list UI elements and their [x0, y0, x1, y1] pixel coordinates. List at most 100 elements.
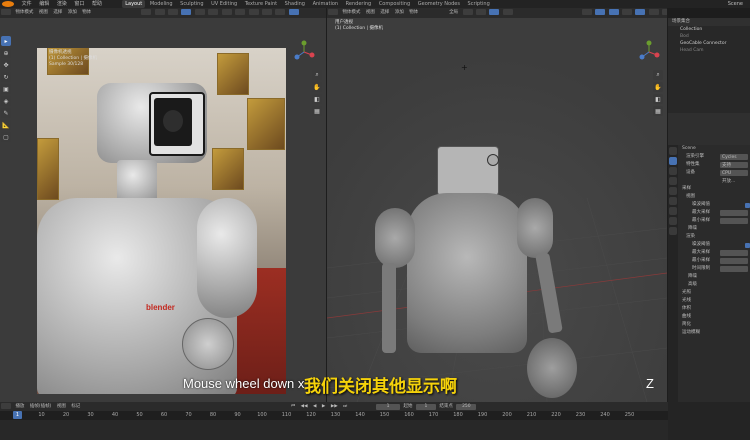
section-volumes[interactable]: 体积	[678, 305, 750, 313]
camera-viewport[interactable]: blender 摄像机透视 (1) Collection | 摄像机 Sampl…	[0, 18, 326, 402]
navigation-gizmo-icon[interactable]	[292, 40, 316, 64]
section-motion-blur[interactable]: 运动模糊	[678, 329, 750, 337]
add-cube-icon[interactable]: ▢	[1, 132, 11, 142]
navigation-gizmo-icon[interactable]	[637, 40, 661, 64]
render-engine-dropdown[interactable]: Cycles	[720, 154, 748, 160]
material-tab-icon[interactable]	[669, 227, 677, 235]
menu-add[interactable]: 添加	[393, 8, 406, 18]
open-shading-checkbox[interactable]: 开放...	[720, 178, 748, 184]
property-field[interactable]	[720, 258, 748, 264]
end-frame-field[interactable]: 250	[456, 404, 477, 410]
jump-end-icon[interactable]: ⏭	[341, 402, 349, 411]
workspace-tab-rendering[interactable]: Rendering	[343, 0, 375, 8]
play-icon[interactable]: ▶	[320, 402, 327, 411]
camera-view-icon[interactable]: ◧	[312, 94, 322, 104]
modifier-tab-icon[interactable]	[669, 217, 677, 225]
section-light-paths[interactable]: 光线	[678, 297, 750, 305]
xray-icon[interactable]	[622, 8, 632, 15]
world-tab-icon[interactable]	[669, 197, 677, 205]
shading-solid-icon[interactable]	[262, 8, 272, 15]
menu-view[interactable]: 视图	[364, 8, 377, 18]
menu-file[interactable]: 文件	[19, 0, 35, 8]
overlay-toggle-icon[interactable]	[235, 8, 246, 15]
menu-window[interactable]: 窗口	[71, 0, 87, 8]
section-curves[interactable]: 曲线	[678, 313, 750, 321]
snap-icon[interactable]	[167, 8, 178, 15]
select-box-icon[interactable]: ▸	[1, 36, 11, 46]
transform-orientation[interactable]: 全局	[447, 8, 460, 18]
section-advanced[interactable]: 高级	[678, 281, 750, 289]
blender-logo-icon[interactable]	[2, 0, 14, 7]
snap-icon[interactable]	[475, 8, 486, 15]
editor-type-icon[interactable]	[328, 8, 338, 15]
play-reverse-icon[interactable]: ◀	[311, 402, 318, 411]
section-render[interactable]: 渲染	[678, 233, 750, 241]
proportional-icon[interactable]	[194, 8, 205, 15]
overlay-toggle-icon[interactable]	[608, 8, 619, 15]
robot-torso-model[interactable]	[407, 193, 527, 353]
section-denoise[interactable]: 降噪	[678, 225, 750, 233]
outliner-item[interactable]: Collection	[668, 26, 750, 33]
playhead[interactable]: 1	[13, 411, 22, 419]
noise-threshold-checkbox[interactable]	[745, 242, 750, 248]
property-field[interactable]	[720, 218, 748, 224]
visibility-icon[interactable]	[208, 8, 219, 15]
jump-start-icon[interactable]: ⏮	[289, 402, 297, 411]
feature-set-dropdown[interactable]: 支持	[720, 162, 748, 168]
menu-add[interactable]: 添加	[66, 8, 79, 18]
menu-view[interactable]: 视图	[37, 8, 50, 18]
cursor-icon[interactable]: ⊕	[1, 48, 11, 58]
outliner-item[interactable]: GeoCable Connector	[668, 40, 750, 47]
pivot-icon[interactable]	[154, 8, 165, 15]
workspace-tab-compositing[interactable]: Compositing	[376, 0, 413, 8]
perspective-viewport[interactable]: + 用户透视 (1) Collection | 摄像机 ⌕ ✋ ◧ ▦	[327, 18, 667, 402]
annotate-icon[interactable]: ✎	[1, 108, 11, 118]
menu-select[interactable]: 选择	[378, 8, 391, 18]
workspace-tab-texture-paint[interactable]: Texture Paint	[242, 0, 280, 8]
menu-marker[interactable]: 标记	[69, 402, 82, 411]
noise-threshold-checkbox[interactable]	[745, 202, 750, 208]
section-viewport[interactable]: 视图	[678, 193, 750, 201]
menu-object[interactable]: 物体	[80, 8, 93, 18]
menu-view[interactable]: 视图	[55, 402, 68, 411]
mode-dropdown[interactable]: 物体模式	[13, 8, 35, 18]
outliner-item[interactable]: Bod	[668, 33, 750, 40]
workspace-tab-layout[interactable]: Layout	[122, 0, 146, 8]
shading-material-icon[interactable]	[275, 8, 286, 15]
frame-ruler[interactable]: 0102030405060708090100110120130140150160…	[0, 411, 668, 420]
keyframe-area[interactable]	[0, 420, 668, 440]
shading-rendered-icon[interactable]	[288, 8, 299, 15]
measure-icon[interactable]: 📐	[1, 120, 11, 130]
workspace-tab-geometry-nodes[interactable]: Geometry Nodes	[415, 0, 463, 8]
workspace-tab-scripting[interactable]: Scripting	[465, 0, 493, 8]
workspace-tab-sculpting[interactable]: Sculpting	[177, 0, 206, 8]
grid-view-icon[interactable]: ▦	[653, 106, 663, 116]
workspace-tab-shading[interactable]: Shading	[282, 0, 308, 8]
transform-icon[interactable]: ◈	[1, 96, 11, 106]
scene-tab-icon[interactable]	[669, 187, 677, 195]
xray-icon[interactable]	[248, 8, 259, 15]
pivot-icon[interactable]	[462, 8, 473, 15]
camera-view-icon[interactable]: ◧	[653, 94, 663, 104]
workspace-tab-modeling[interactable]: Modeling	[147, 0, 176, 8]
outliner-item[interactable]: Head Cam	[668, 47, 750, 54]
current-frame-field[interactable]: 1	[376, 404, 401, 410]
workspace-tab-animation[interactable]: Animation	[310, 0, 342, 8]
menu-object[interactable]: 物体	[407, 8, 420, 18]
rotate-icon[interactable]: ↻	[1, 72, 11, 82]
menu-edit[interactable]: 编辑	[36, 0, 52, 8]
scale-icon[interactable]: ▣	[1, 84, 11, 94]
render-tab-icon[interactable]	[669, 157, 677, 165]
prev-key-icon[interactable]: ◀◀	[299, 402, 310, 411]
view-layer-tab-icon[interactable]	[669, 177, 677, 185]
section-denoise[interactable]: 降噪	[678, 273, 750, 281]
section-simplify[interactable]: 简化	[678, 321, 750, 329]
next-key-icon[interactable]: ▶▶	[329, 402, 340, 411]
visibility-icon[interactable]	[581, 8, 592, 15]
grid-view-icon[interactable]: ▦	[312, 106, 322, 116]
menu-help[interactable]: 帮助	[89, 0, 105, 8]
menu-select[interactable]: 选择	[51, 8, 64, 18]
property-field[interactable]	[720, 266, 748, 272]
menu-keying[interactable]: 插帧(插帧)	[28, 402, 54, 411]
device-dropdown[interactable]: CPU	[720, 170, 748, 176]
